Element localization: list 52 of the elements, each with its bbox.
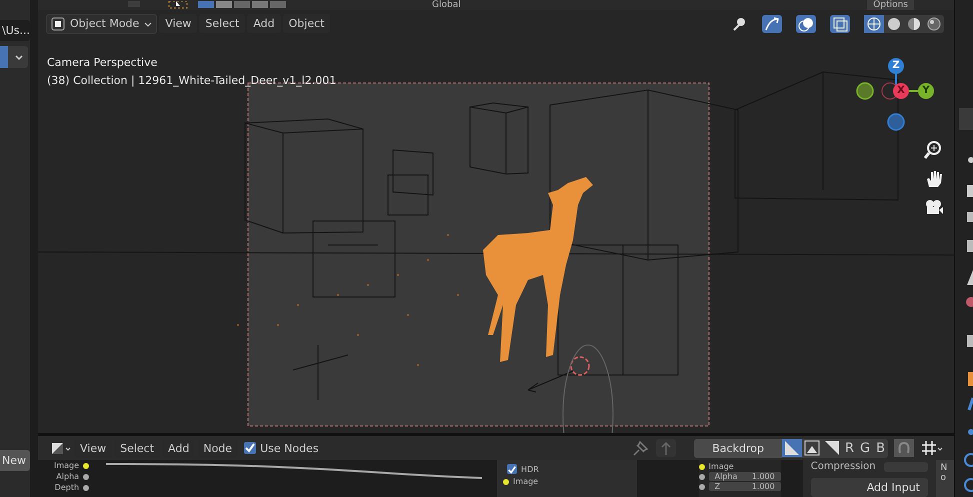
xray-toggle-icon[interactable] bbox=[830, 14, 850, 33]
field-label: Compression bbox=[810, 461, 876, 472]
checkbox-label: HDR bbox=[521, 464, 539, 474]
sidebar-tab[interactable]: No bbox=[936, 460, 954, 497]
socket-label: Image bbox=[513, 477, 538, 486]
editor-type-icon[interactable] bbox=[50, 440, 72, 456]
menu-item[interactable]: Object bbox=[282, 14, 330, 34]
field-value: 1.000 bbox=[752, 472, 775, 481]
use-nodes-checkbox[interactable] bbox=[244, 442, 256, 454]
socket-label: Image bbox=[54, 460, 80, 471]
socket-label: Alpha bbox=[56, 471, 80, 482]
options-dropdown[interactable]: Options bbox=[867, 0, 914, 10]
hand-icon[interactable] bbox=[924, 168, 944, 189]
zoom-icon[interactable] bbox=[924, 140, 944, 160]
value-field[interactable]: Alpha 1.000 bbox=[708, 472, 781, 481]
dropdown[interactable] bbox=[0, 46, 28, 68]
node-link[interactable] bbox=[104, 460, 484, 482]
hdr-checkbox[interactable] bbox=[507, 464, 518, 474]
new-button[interactable]: New bbox=[0, 450, 30, 471]
menu-item[interactable]: View bbox=[159, 14, 198, 34]
viewport-title: Camera Perspective bbox=[47, 54, 158, 71]
checkbox-label: Use Nodes bbox=[260, 442, 319, 454]
channel-toggle[interactable]: B bbox=[873, 440, 888, 456]
select-mode-icon[interactable] bbox=[198, 0, 288, 9]
snap-grid-icon[interactable] bbox=[920, 439, 944, 457]
menu-item[interactable]: Select bbox=[199, 14, 246, 34]
shading-button[interactable] bbox=[864, 14, 884, 33]
overlay-toggle-icon[interactable] bbox=[796, 14, 816, 33]
axis-gizmo[interactable]: Z X Y bbox=[856, 56, 936, 132]
caret-icon[interactable] bbox=[14, 53, 24, 61]
socket-icon[interactable] bbox=[503, 478, 510, 484]
backdrop-mode-button[interactable] bbox=[802, 439, 822, 457]
select-tool-icon[interactable] bbox=[168, 0, 188, 9]
value-field[interactable]: Z 1.000 bbox=[708, 482, 781, 491]
add-input-button[interactable]: Add Input bbox=[810, 478, 928, 497]
socket-label: Image bbox=[708, 462, 734, 471]
menu-item[interactable]: Add bbox=[247, 14, 281, 34]
channel-toggle[interactable]: R bbox=[842, 440, 857, 456]
mode-dropdown[interactable]: Object Mode bbox=[46, 14, 158, 34]
channel-toggle[interactable]: G bbox=[857, 440, 874, 456]
field-label: Alpha bbox=[714, 472, 738, 481]
backdrop-button[interactable]: Backdrop bbox=[694, 438, 782, 458]
gizmo-toggle-icon[interactable] bbox=[762, 14, 782, 33]
object-icon[interactable] bbox=[51, 16, 65, 31]
socket-label: Depth bbox=[54, 482, 80, 493]
viewport-info: (38) Collection | 12961_White-Tailed_Deer_v1_l2.001 bbox=[47, 72, 336, 89]
orientation-dropdown[interactable]: Global bbox=[432, 0, 461, 10]
backdrop-mode-button[interactable] bbox=[782, 439, 802, 457]
caret-icon[interactable] bbox=[144, 20, 152, 27]
field-value: 1.000 bbox=[752, 482, 775, 491]
path-field[interactable]: \Us... bbox=[0, 20, 30, 41]
field-label: Z bbox=[714, 482, 720, 491]
